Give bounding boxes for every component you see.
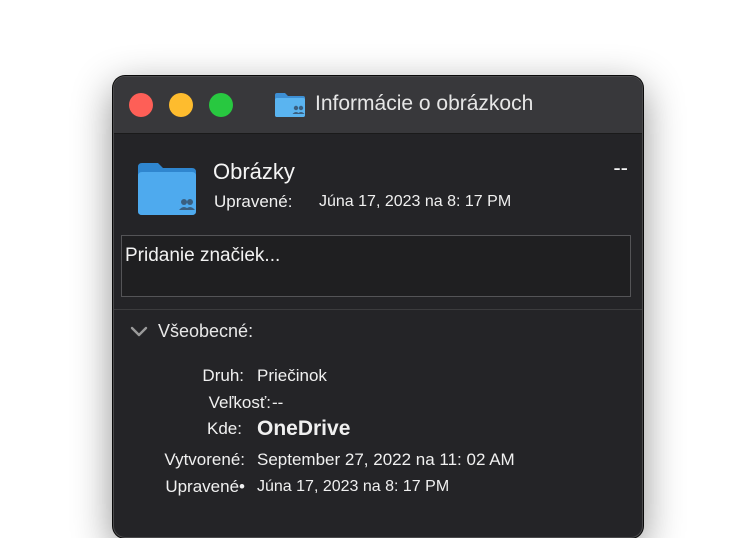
kind-value: Priečinok <box>257 366 327 385</box>
info-window: Informácie o obrázkoch Obrázky -- Uprave… <box>113 76 643 538</box>
window-title: Informácie o obrázkoch <box>315 92 534 115</box>
modified-row-label: Upravené• <box>165 477 245 496</box>
kind-label: Druh: <box>202 366 244 385</box>
close-button[interactable] <box>129 93 153 117</box>
chevron-down-icon[interactable] <box>130 325 148 339</box>
created-value: September 27, 2022 na 11: 02 AM <box>257 450 515 469</box>
where-value: OneDrive <box>257 417 351 440</box>
general-section-toggle[interactable]: Všeobecné: <box>130 321 253 342</box>
modified-value: Júna 17, 2023 na 8: 17 PM <box>319 193 512 210</box>
item-size: -- <box>613 155 628 180</box>
modified-label: Upravené: <box>214 192 293 211</box>
title-bar[interactable]: Informácie o obrázkoch <box>114 77 642 134</box>
modified-row-value: Júna 17, 2023 na 8: 17 PM <box>257 478 450 495</box>
tags-field[interactable]: Pridanie značiek... <box>121 235 631 297</box>
item-name: Obrázky <box>213 159 295 184</box>
tags-placeholder: Pridanie značiek... <box>125 245 281 266</box>
minimize-button[interactable] <box>169 93 193 117</box>
shared-folder-icon <box>138 163 196 215</box>
general-section-label: Všeobecné: <box>158 321 254 341</box>
shared-folder-icon <box>275 93 305 117</box>
size-value: -- <box>272 393 284 412</box>
where-label: Kde: <box>207 419 242 438</box>
size-label: Veľkosť: <box>208 393 271 412</box>
zoom-button[interactable] <box>209 93 233 117</box>
created-label: Vytvorené: <box>164 450 245 469</box>
divider <box>114 309 642 310</box>
